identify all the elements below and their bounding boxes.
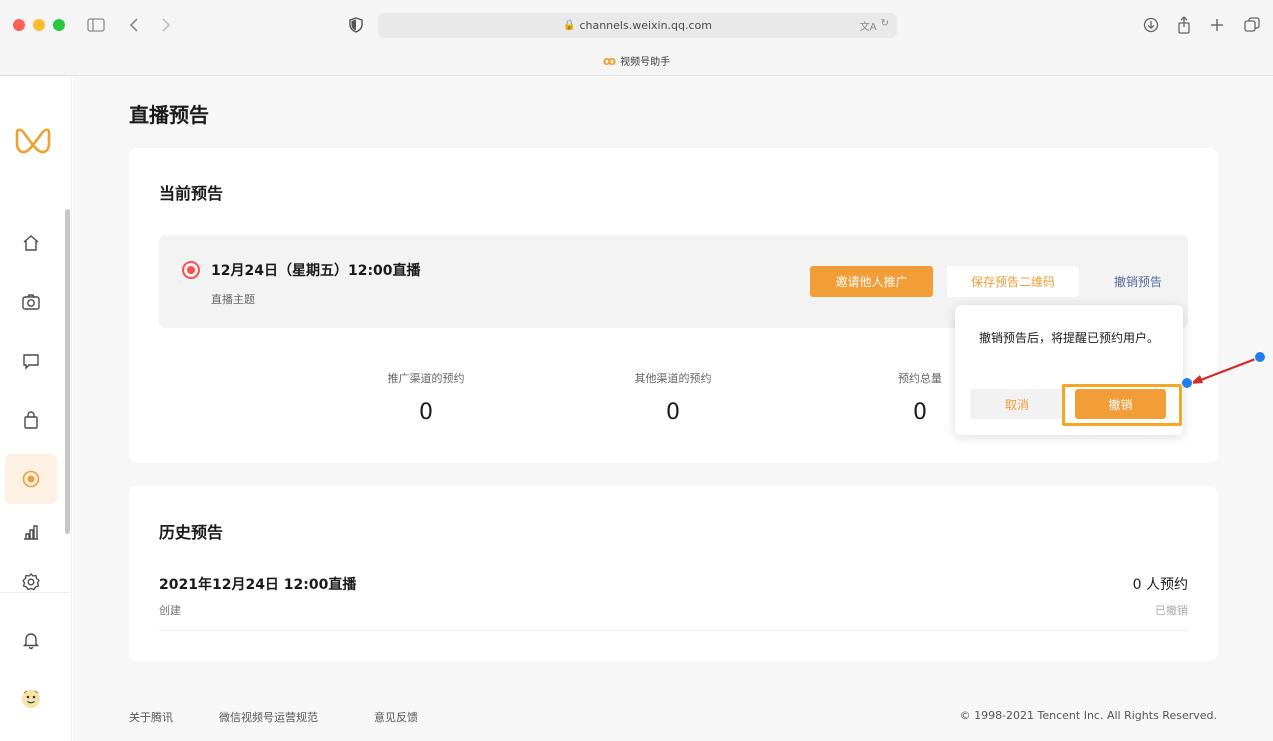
stat-label: 推广渠道的预约 (387, 372, 465, 385)
address-bar[interactable]: 🔒 channels.weixin.qq.com 文A ↻ (378, 13, 897, 38)
shopping-bag-icon (24, 411, 38, 429)
cancel-preview-link[interactable]: 撤销预告 (1114, 273, 1162, 290)
zoom-window-button[interactable] (53, 19, 65, 31)
popover-cancel-button[interactable]: 取消 (970, 389, 1064, 419)
annotation-start-dot (1254, 351, 1266, 363)
close-window-button[interactable] (13, 19, 25, 31)
copyright-text: © 1998-2021 Tencent Inc. All Rights Rese… (959, 709, 1217, 722)
current-preview-title: 当前预告 (159, 184, 224, 203)
channels-logo-icon: ꝏ (602, 53, 617, 68)
history-divider (159, 630, 1188, 631)
avatar (22, 690, 40, 708)
stat-other-reservations: 其他渠道的预约 0 (593, 370, 753, 425)
sidebar-item-home[interactable] (5, 218, 57, 268)
bell-icon (22, 633, 40, 650)
url-text: channels.weixin.qq.com (579, 19, 713, 32)
share-icon[interactable] (1173, 14, 1195, 36)
comment-icon (23, 354, 39, 370)
reload-icon[interactable]: ↻ (881, 18, 889, 33)
tab-title: 视频号助手 (620, 57, 671, 68)
chart-icon (24, 525, 38, 540)
sidebar-divider (0, 592, 72, 593)
live-icon (22, 470, 40, 488)
footer-link-rules[interactable]: 微信视频号运营规范 (219, 709, 318, 725)
minimize-window-button[interactable] (33, 19, 45, 31)
sidebar-item-data[interactable] (5, 507, 57, 557)
popover-message: 撤销预告后，将提醒已预约用户。 (978, 331, 1159, 345)
invite-promote-button[interactable]: 邀请他人推广 (810, 266, 933, 297)
history-created: 创建 (159, 604, 181, 617)
sidebar-item-profile[interactable] (5, 674, 57, 724)
sidebar-item-content[interactable] (5, 277, 57, 327)
lock-icon: 🔒 (562, 20, 576, 31)
sidebar-item-live[interactable] (5, 454, 57, 504)
save-qrcode-button[interactable]: 保存预告二维码 (947, 266, 1079, 297)
page-title: 直播预告 (129, 103, 209, 127)
sidebar (0, 77, 72, 741)
preview-date: 12月24日（星期五）12:00直播 (211, 263, 421, 279)
sidebar-scrollbar[interactable] (65, 209, 70, 534)
translate-icon[interactable]: 文A (860, 18, 877, 33)
annotation-end-dot (1181, 377, 1193, 389)
sidebar-item-settings[interactable] (5, 557, 57, 607)
sidebar-toggle-icon[interactable] (85, 14, 107, 36)
history-date: 2021年12月24日 12:00直播 (159, 577, 357, 593)
channels-logo-icon[interactable] (14, 127, 52, 157)
preview-topic: 直播主题 (211, 293, 255, 306)
sidebar-item-notifications[interactable] (5, 615, 57, 665)
camera-icon (22, 294, 40, 310)
active-tab[interactable]: ꝏ 视频号助手 (0, 53, 1273, 69)
window-controls (13, 19, 65, 31)
sidebar-item-shop[interactable] (5, 395, 57, 445)
stat-value: 0 (419, 400, 433, 425)
download-icon[interactable] (1140, 14, 1162, 36)
footer-link-feedback[interactable]: 意见反馈 (374, 709, 418, 725)
stat-value: 0 (666, 400, 680, 425)
back-icon[interactable] (123, 14, 145, 36)
history-reservation-count: 0 人预约 (1132, 577, 1188, 593)
stat-promo-reservations: 推广渠道的预约 0 (346, 370, 506, 425)
history-preview-card: 历史预告 2021年12月24日 12:00直播 创建 0 人预约 已撤销 (129, 486, 1218, 661)
footer-link-about[interactable]: 关于腾讯 (129, 709, 173, 725)
privacy-shield-icon[interactable] (345, 14, 367, 36)
home-icon (23, 235, 39, 251)
live-record-icon (182, 261, 200, 279)
history-status-badge: 已撤销 (1155, 604, 1188, 617)
new-tab-icon[interactable] (1206, 14, 1228, 36)
settings-icon (22, 573, 40, 591)
sidebar-item-comments[interactable] (5, 336, 57, 386)
history-preview-title: 历史预告 (159, 523, 224, 542)
tab-overview-icon[interactable] (1241, 14, 1263, 36)
annotation-highlight-box (1062, 384, 1182, 426)
stat-label: 其他渠道的预约 (634, 372, 712, 385)
browser-toolbar: 🔒 channels.weixin.qq.com 文A ↻ ꝏ 视频号助手 (0, 0, 1273, 76)
forward-icon[interactable] (155, 14, 177, 36)
